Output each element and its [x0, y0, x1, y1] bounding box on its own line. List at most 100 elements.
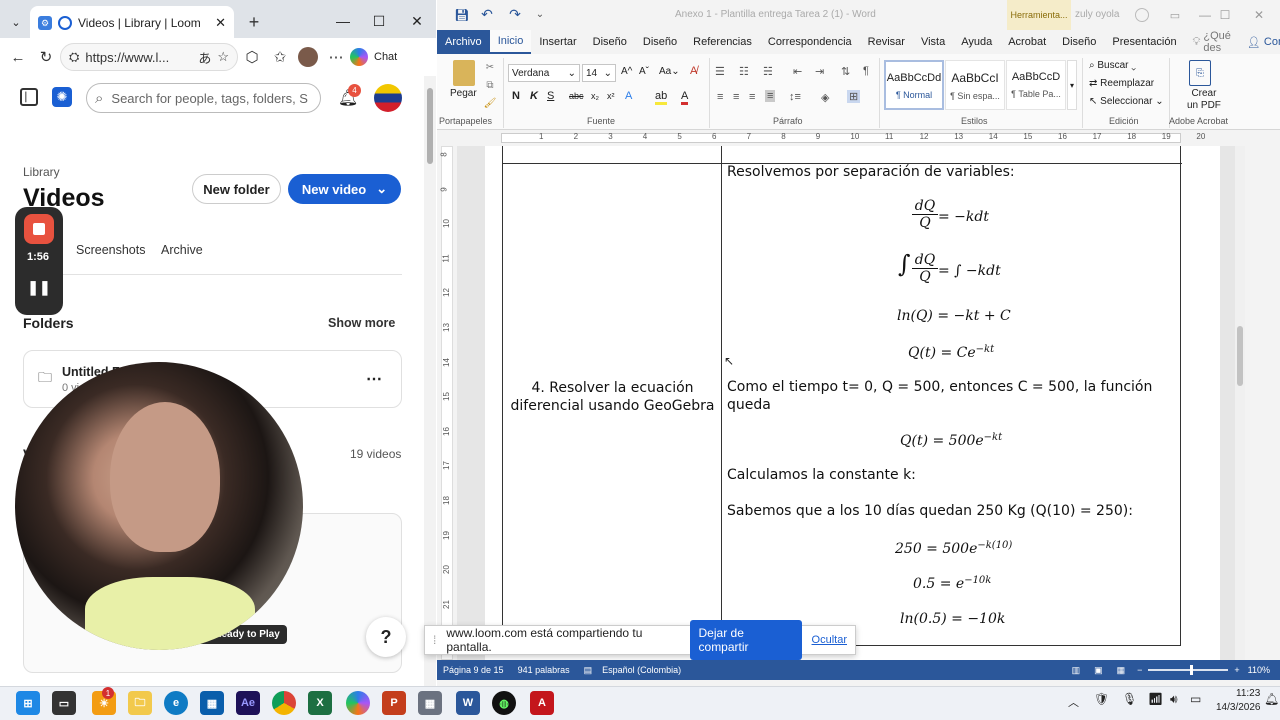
ribbon-display-icon[interactable]: ▭ [1167, 7, 1183, 23]
replace-button[interactable]: ⇄ Reemplazar [1089, 78, 1154, 89]
hide-link[interactable]: Ocultar [812, 634, 847, 646]
style-normal[interactable]: AaBbCcDd ¶ Normal [884, 60, 944, 110]
format-painter-icon[interactable]: 🖌︎ [483, 96, 497, 110]
save-icon[interactable]: 💾︎ [454, 8, 469, 22]
site-info-icon[interactable]: ⛭ [69, 49, 79, 65]
word-maximize-icon[interactable]: ☐ [1217, 7, 1233, 23]
tab-inicio[interactable]: Inicio [489, 30, 532, 54]
shrink-font-icon[interactable]: Aˇ [639, 66, 649, 77]
tab-correspondencia[interactable]: Correspondencia [760, 30, 860, 54]
zoom-level[interactable]: 110% [1248, 665, 1270, 675]
new-tab-icon[interactable]: + [244, 12, 264, 32]
file-explorer-icon[interactable]: 🗀 [128, 691, 152, 715]
sort-icon[interactable]: ⇅ [841, 65, 850, 78]
webcam-bubble[interactable] [15, 362, 303, 650]
tab-archivo[interactable]: Archivo [437, 30, 490, 54]
maximize-icon[interactable]: ☐ [370, 12, 388, 30]
change-case-icon[interactable]: Aa⌄ [659, 66, 680, 77]
page-count[interactable]: Página 9 de 15 [443, 665, 504, 675]
decrease-indent-icon[interactable]: ⇤ [793, 65, 802, 78]
close-window-icon[interactable]: ✕ [408, 12, 426, 30]
zoom-slider[interactable] [1148, 665, 1229, 675]
strikethrough-icon[interactable]: abc [569, 91, 584, 101]
read-mode-icon[interactable]: ▥ [1072, 665, 1081, 676]
tab-insertar[interactable]: Insertar [531, 30, 584, 54]
close-tab-icon[interactable]: ✕ [215, 15, 226, 31]
sidebar-toggle-icon[interactable]: ▏ [20, 88, 38, 106]
new-video-button[interactable]: New video ⌄ [288, 174, 401, 204]
tab-revisar[interactable]: Revisar [860, 30, 913, 54]
tab-screenshots[interactable]: Screenshots [76, 243, 145, 257]
word-minimize-icon[interactable]: — [1197, 7, 1213, 23]
tell-me-field[interactable]: 💡︎ ¿Qué des [1185, 30, 1239, 54]
security-icon[interactable]: 🛡︎ [1094, 692, 1109, 706]
volume-icon[interactable]: 🔊︎ [1170, 692, 1178, 707]
task-view-icon[interactable]: ▭ [52, 691, 76, 715]
translate-icon[interactable]: あ [198, 48, 211, 67]
loom-search-input[interactable]: ⌕ Search for people, tags, folders, S [86, 83, 321, 113]
style-no-spacing[interactable]: AaBbCcI ¶ Sin espa... [945, 60, 1005, 110]
word-scrollbar[interactable] [1235, 146, 1245, 660]
tab-disposicion[interactable]: Diseño [635, 30, 685, 54]
proofing-icon[interactable]: ▤ [584, 665, 593, 676]
paste-label[interactable]: Pegar [450, 88, 477, 99]
tab-acrobat[interactable]: Acrobat [1000, 30, 1054, 54]
start-icon[interactable]: ⊞ [16, 691, 40, 715]
text-effects-icon[interactable]: A [625, 90, 632, 102]
help-button[interactable]: ? [366, 617, 406, 657]
drag-handle-icon[interactable]: ⁞ [433, 633, 436, 647]
customize-toolbar-icon[interactable]: ⌄ [535, 6, 545, 22]
loom-logo-icon[interactable]: ✺ [52, 87, 72, 107]
show-more-link[interactable]: Show more [328, 316, 395, 330]
subscript-icon[interactable]: x₂ [591, 91, 599, 101]
shading-icon[interactable]: ◈ [821, 91, 829, 104]
show-marks-icon[interactable]: ¶ [863, 65, 869, 77]
line-spacing-icon[interactable]: ↕≡ [789, 91, 801, 103]
find-button[interactable]: ⌕ Buscar ⌄ [1089, 60, 1136, 71]
share-button[interactable]: 👤︎ Compartir [1239, 30, 1280, 54]
copilot-icon[interactable] [350, 48, 368, 66]
refresh-icon[interactable]: ↻ [32, 43, 60, 71]
battery-icon[interactable]: ▭ [1190, 692, 1201, 706]
wifi-icon[interactable]: 📶︎ [1148, 692, 1163, 706]
tab-table-design[interactable]: Diseño [1054, 30, 1104, 54]
cut-icon[interactable]: ✂ [483, 60, 497, 74]
acrobat-icon[interactable]: A [530, 691, 554, 715]
clock[interactable]: 11:23 [1236, 688, 1260, 699]
web-layout-icon[interactable]: ▦ [1117, 665, 1126, 676]
word-close-icon[interactable]: ✕ [1251, 7, 1267, 23]
select-button[interactable]: ↖ Seleccionar ⌄ [1089, 96, 1164, 107]
after-effects-icon[interactable]: Ae [236, 691, 260, 715]
font-size-select[interactable]: 14 ⌄ [582, 64, 616, 82]
print-layout-icon[interactable]: ▣ [1094, 665, 1103, 676]
word-icon[interactable]: W [456, 691, 480, 715]
tab-vista[interactable]: Vista [913, 30, 953, 54]
multilevel-list-icon[interactable]: ☵ [763, 65, 773, 78]
redo-icon[interactable]: ↷ [507, 6, 523, 22]
horizontal-ruler[interactable]: 1 2 3 4 5 6 7 8 9 10 11 12 13 14 15 16 17 18 19 20 [437, 130, 1280, 146]
word-count[interactable]: 941 palabras [518, 665, 570, 675]
tab-archive[interactable]: Archive [161, 243, 203, 257]
folder-options-icon[interactable]: ⋯ [364, 370, 384, 388]
chat-label[interactable]: Chat [374, 51, 397, 63]
edge-browser-icon[interactable]: e [164, 691, 188, 715]
numbering-icon[interactable]: ☷ [739, 65, 749, 78]
zoom-out-icon[interactable]: − [1137, 665, 1142, 675]
loom-scrollbar[interactable] [424, 76, 436, 686]
microphone-icon[interactable]: 🎙︎ [1122, 692, 1137, 706]
profile-avatar[interactable] [298, 47, 318, 67]
align-center-icon[interactable]: ≡ [733, 91, 739, 103]
borders-icon[interactable]: ⊞ [847, 90, 861, 103]
superscript-icon[interactable]: x² [607, 91, 615, 101]
zoom-in-icon[interactable]: + [1234, 665, 1239, 675]
favorite-star-icon[interactable]: ☆ [217, 49, 229, 65]
back-icon[interactable]: ← [4, 43, 32, 71]
user-avatar[interactable] [374, 84, 402, 112]
paste-icon[interactable] [453, 60, 475, 86]
notifications-icon[interactable]: 🔔︎ [1264, 692, 1279, 706]
underline-icon[interactable]: S [547, 90, 554, 102]
word-user-avatar[interactable] [1135, 8, 1149, 22]
stop-sharing-button[interactable]: Dejar de compartir [689, 620, 802, 660]
font-name-select[interactable]: Verdana ⌄ [508, 64, 580, 82]
store-icon[interactable]: ▦ [200, 691, 224, 715]
